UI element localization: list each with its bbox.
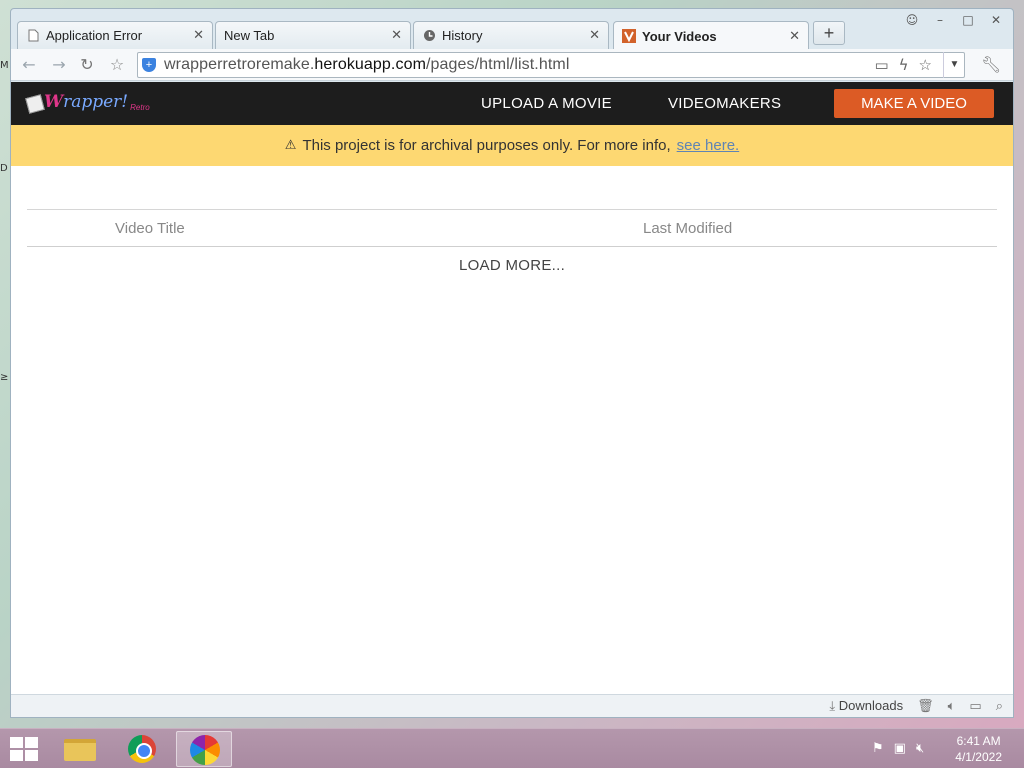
profile-icon[interactable]: ☺ <box>899 11 925 29</box>
forward-icon[interactable]: → <box>49 55 69 75</box>
desktop-glyph: M <box>0 60 9 71</box>
download-icon: ⤓ <box>829 699 836 714</box>
tab-history[interactable]: History ✕ <box>413 21 609 49</box>
table-header: Video Title Last Modified <box>27 209 997 247</box>
tab-your-videos[interactable]: Your Videos ✕ <box>613 21 809 50</box>
close-tab-icon[interactable]: ✕ <box>391 28 402 43</box>
extension-shield-icon: + <box>142 58 156 72</box>
close-tab-icon[interactable]: ✕ <box>589 28 600 43</box>
pinwheel-icon <box>190 735 220 765</box>
trash-icon[interactable]: 🗑︎ <box>917 699 934 714</box>
tab-strip: Application Error ✕ New Tab ✕ History ✕ … <box>17 21 897 50</box>
new-tab-button[interactable]: + <box>813 21 845 45</box>
close-tab-icon[interactable]: ✕ <box>789 29 800 44</box>
col-last-modified[interactable]: Last Modified <box>643 220 732 237</box>
see-here-link[interactable]: see here. <box>677 137 740 154</box>
col-video-title[interactable]: Video Title <box>115 220 185 237</box>
chrome-taskbar-button[interactable] <box>114 731 170 767</box>
wrapper-logo[interactable]: Wrapper! Retro <box>25 92 150 114</box>
volume-muted-icon[interactable]: 🔇︎ <box>916 741 924 756</box>
blocked-popup-icon[interactable]: ▭ <box>874 56 888 74</box>
action-center-flag-icon[interactable]: ⚑ <box>872 741 884 756</box>
document-icon <box>26 29 40 43</box>
pinwheel-app-taskbar-button[interactable] <box>176 731 232 767</box>
omnibox-dropdown-icon[interactable]: ▼ <box>943 52 965 78</box>
downloads-button[interactable]: ⤓ Downloads <box>829 698 903 714</box>
warning-icon: ⚠ <box>284 138 297 153</box>
address-bar[interactable]: + wrapperretroremake.herokuapp.com/pages… <box>137 52 965 78</box>
taskbar: ⚑ ▣ 🔇︎ 6:41 AM 4/1/2022 <box>0 728 1024 768</box>
tab-label: Application Error <box>46 28 143 43</box>
notice-text: This project is for archival purposes on… <box>302 137 671 154</box>
tab-label: New Tab <box>224 28 275 43</box>
window-controls: ☺ – □ ✕ <box>899 11 1009 29</box>
maximize-button[interactable]: □ <box>955 11 981 29</box>
zoom-icon[interactable]: ⌕ <box>996 699 1003 714</box>
clock[interactable]: 6:41 AM 4/1/2022 <box>955 733 1002 765</box>
bookmark-star-icon[interactable]: ☆ <box>107 55 127 75</box>
clock-icon <box>422 29 436 43</box>
back-icon[interactable]: ← <box>19 55 39 75</box>
site-navbar: Wrapper! Retro UPLOAD A MOVIE VIDEOMAKER… <box>11 82 1013 125</box>
omnibox-actions: ▭ ϟ ☆ <box>874 56 932 74</box>
nav-upload-movie[interactable]: UPLOAD A MOVIE <box>481 95 612 112</box>
flash-icon[interactable]: ϟ <box>899 56 909 74</box>
nav-videomakers[interactable]: VIDEOMAKERS <box>668 95 781 112</box>
video-table: Video Title Last Modified LOAD MORE... <box>27 209 997 274</box>
tab-application-error[interactable]: Application Error ✕ <box>17 21 213 49</box>
load-more-button[interactable]: LOAD MORE... <box>27 257 997 274</box>
tab-label: Your Videos <box>642 28 717 44</box>
browser-window: ☺ – □ ✕ Application Error ✕ New Tab ✕ Hi… <box>10 8 1014 718</box>
url-text: wrapperretroremake.herokuapp.com/pages/h… <box>164 56 570 73</box>
folder-icon <box>64 739 96 761</box>
close-tab-icon[interactable]: ✕ <box>193 28 204 43</box>
desktop-glyph: ≥ <box>0 372 9 383</box>
make-video-button[interactable]: MAKE A VIDEO <box>834 89 994 118</box>
logo-mark-icon <box>25 94 45 114</box>
tab-new-tab[interactable]: New Tab ✕ <box>215 21 411 49</box>
system-tray: ⚑ ▣ 🔇︎ <box>872 741 924 756</box>
window-icon[interactable]: ▭ <box>969 699 981 714</box>
browser-toolbar: ← → ↻ ☆ + wrapperretroremake.herokuapp.c… <box>11 49 1013 81</box>
desktop-glyph: D <box>0 163 8 174</box>
minimize-button[interactable]: – <box>927 11 953 29</box>
chrome-icon <box>128 735 156 763</box>
network-icon[interactable]: ▣ <box>894 741 906 756</box>
volume-icon[interactable]: 🔈︎ <box>948 699 956 714</box>
browser-statusbar: ⤓ Downloads 🗑︎ 🔈︎ ▭ ⌕ <box>11 694 1013 717</box>
file-explorer-taskbar-button[interactable] <box>52 731 108 767</box>
archival-notice-banner: ⚠ This project is for archival purposes … <box>11 125 1013 166</box>
statusbar-actions: ⤓ Downloads 🗑︎ 🔈︎ ▭ ⌕ <box>829 698 1003 714</box>
v-favicon-icon <box>622 29 636 43</box>
close-window-button[interactable]: ✕ <box>983 11 1009 29</box>
star-icon[interactable]: ☆ <box>919 56 932 74</box>
reload-icon[interactable]: ↻ <box>77 55 97 75</box>
start-button[interactable] <box>10 737 38 761</box>
page-content: Wrapper! Retro UPLOAD A MOVIE VIDEOMAKER… <box>11 82 1013 694</box>
wrench-menu-icon[interactable]: 🔧︎ <box>981 55 1001 74</box>
tab-label: History <box>442 28 483 43</box>
